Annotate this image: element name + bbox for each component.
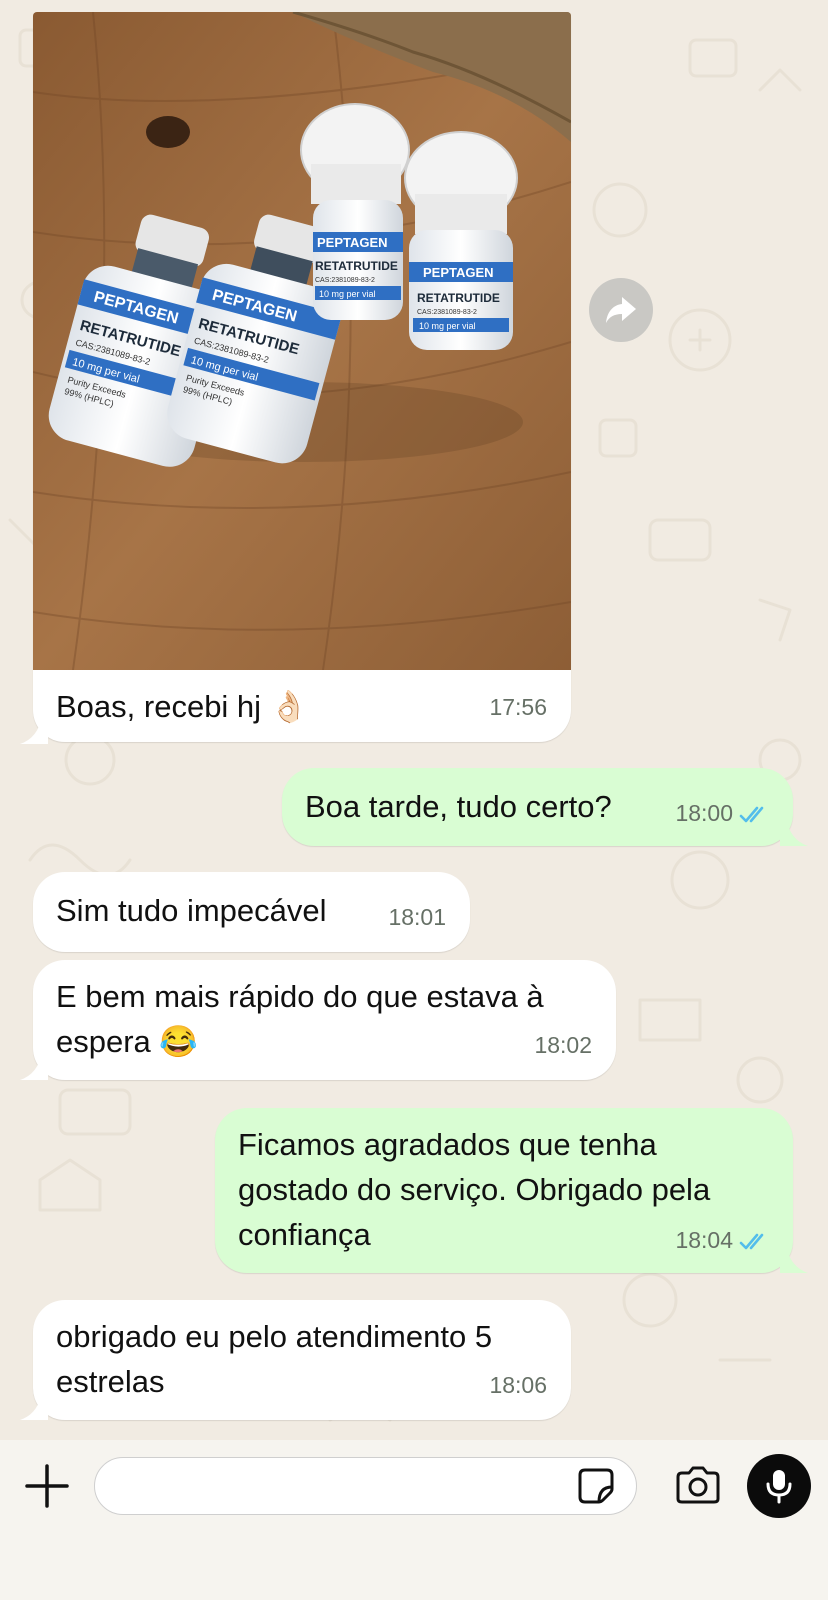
message-text: E bem mais rápido do que estava à espera… <box>56 979 544 1059</box>
message-text: obrigado eu pelo atendimento 5 estrelas <box>56 1319 493 1399</box>
camera-icon[interactable] <box>674 1465 722 1505</box>
sticker-icon[interactable] <box>577 1467 615 1505</box>
forward-icon <box>606 297 636 323</box>
bubble-tail <box>20 716 48 744</box>
svg-text:CAS:2381089-83-2: CAS:2381089-83-2 <box>315 277 375 284</box>
svg-text:PEPTAGEN: PEPTAGEN <box>423 265 494 280</box>
svg-text:RETATRUTIDE: RETATRUTIDE <box>417 291 500 305</box>
message-bubble-outgoing[interactable]: Boa tarde, tudo certo? 18:00 <box>282 768 793 846</box>
message-time: 18:01 <box>388 904 446 930</box>
message-time: 18:04 <box>675 1218 771 1263</box>
message-text: Boas, recebi hj 👌🏻 <box>56 689 309 724</box>
forward-button[interactable] <box>589 278 653 342</box>
svg-text:10 mg per vial: 10 mg per vial <box>319 289 376 299</box>
bubble-tail <box>20 1392 48 1420</box>
message-input[interactable] <box>115 1458 559 1514</box>
message-time: 17:56 <box>489 694 547 720</box>
bubble-tail <box>20 1052 48 1080</box>
double-check-icon <box>739 1233 764 1250</box>
message-time: 18:02 <box>534 1032 592 1058</box>
message-time-label: 18:04 <box>675 1227 733 1253</box>
message-bubble-incoming[interactable]: E bem mais rápido do que estava à espera… <box>33 960 616 1080</box>
svg-text:PEPTAGEN: PEPTAGEN <box>317 235 388 250</box>
microphone-button[interactable] <box>747 1454 811 1518</box>
message-bubble-incoming[interactable]: obrigado eu pelo atendimento 5 estrelas … <box>33 1300 571 1420</box>
message-time-label: 18:00 <box>675 800 733 826</box>
plus-icon[interactable] <box>24 1463 70 1509</box>
message-bubble-outgoing[interactable]: Ficamos agradados que tenha gostado do s… <box>215 1108 793 1273</box>
svg-text:RETATRUTIDE: RETATRUTIDE <box>315 259 398 273</box>
svg-text:CAS:2381089-83-2: CAS:2381089-83-2 <box>417 309 477 316</box>
message-input-field[interactable] <box>94 1457 637 1515</box>
bubble-tail <box>780 1245 808 1273</box>
svg-text:10 mg per vial: 10 mg per vial <box>419 321 476 331</box>
double-check-icon <box>739 806 764 823</box>
photo-attachment[interactable]: PEPTAGEN RETATRUTIDE CAS:2381089-83-2 10… <box>33 12 571 670</box>
message-time: 18:06 <box>489 1372 547 1398</box>
microphone-icon <box>766 1470 792 1504</box>
message-time: 18:00 <box>675 791 771 836</box>
message-bubble-incoming[interactable]: Sim tudo impecável 18:01 <box>33 872 470 952</box>
bubble-tail <box>780 818 808 846</box>
